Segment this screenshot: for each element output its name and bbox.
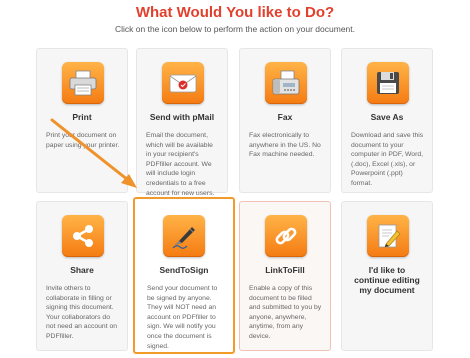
pointer-arrow-icon xyxy=(50,118,137,188)
